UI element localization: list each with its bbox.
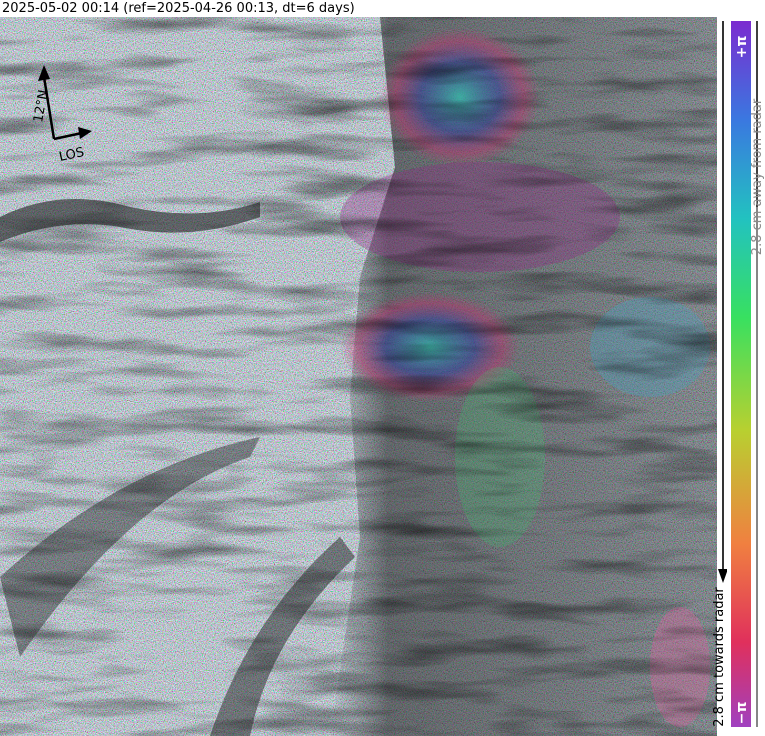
image-title: 2025-05-02 00:14 (ref=2025-04-26 00:13, … [2,1,355,16]
north-label: 12°N [31,89,51,124]
towards-axis: 2.8 cm towards radar [712,21,727,727]
hillshade-layer [0,17,717,736]
away-label: 2.8 cm away from radar [750,98,765,255]
colorbar-bottom-label: −π [734,702,750,725]
colorbar-top-label: +π [734,36,750,59]
towards-label: 2.8 cm towards radar [712,587,727,727]
towards-arrowhead-icon [718,569,727,583]
los-arrowhead-icon [78,127,92,139]
los-arrow-shaft [53,131,83,141]
north-arrow: 12°N LOS [31,65,92,165]
interferogram-image [0,17,717,736]
interferogram-map[interactable]: 12°N LOS [0,17,717,736]
colorbar-gradient [731,21,751,727]
phase-colorbar: +π −π 2.8 cm away from radar [731,21,765,727]
north-arrowhead-icon [38,65,50,81]
los-label: LOS [58,145,86,165]
